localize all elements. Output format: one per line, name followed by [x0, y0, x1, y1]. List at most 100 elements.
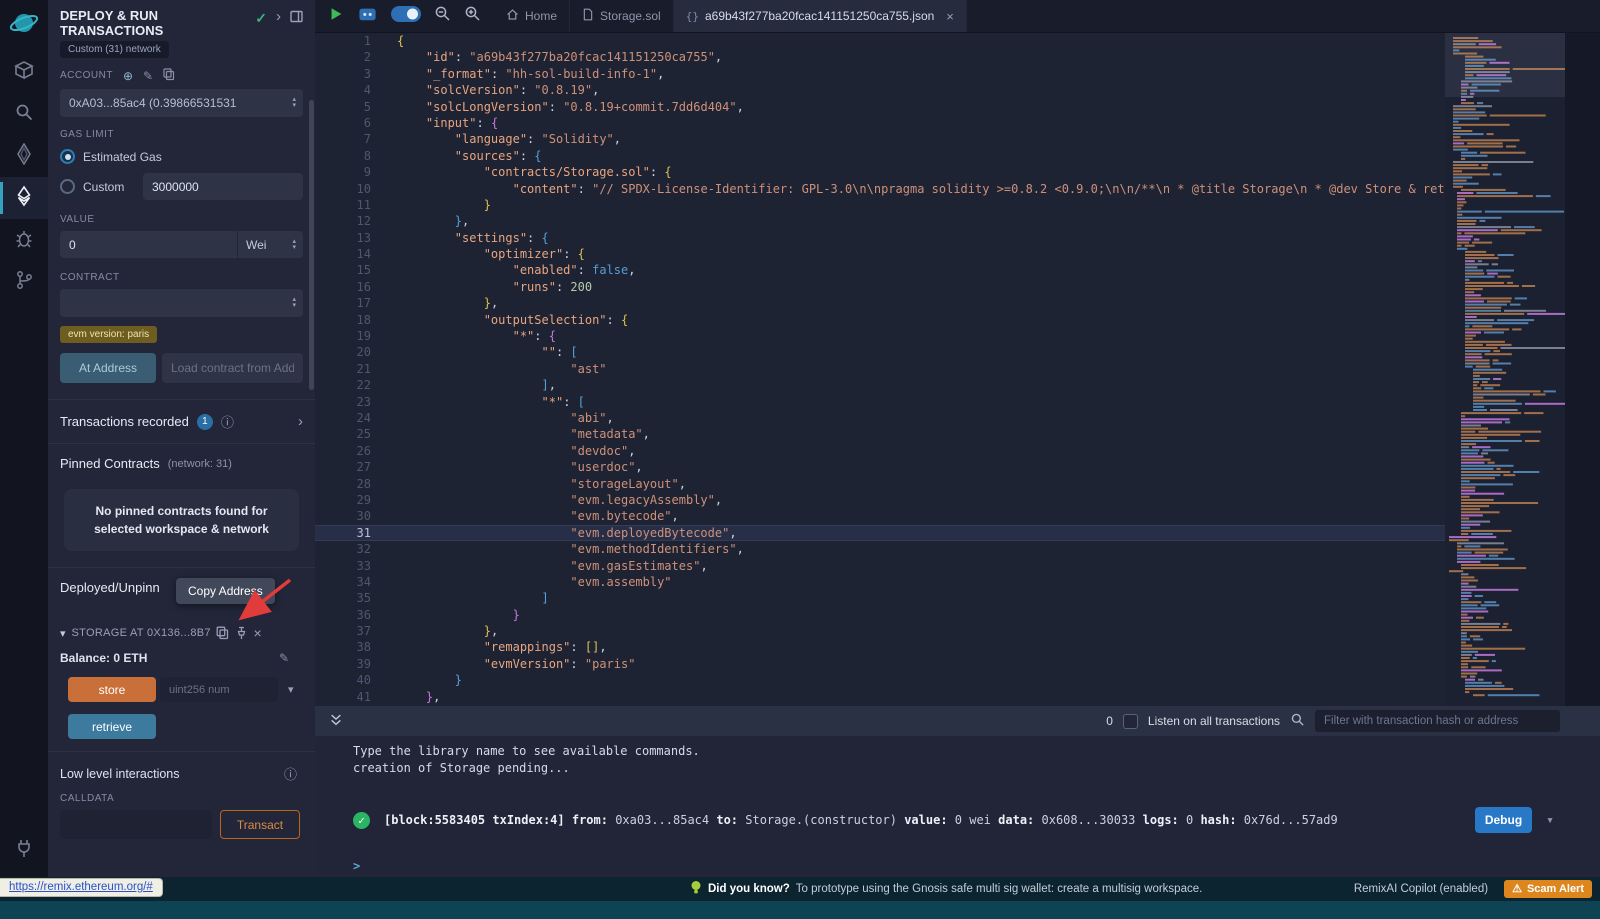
code-line[interactable]: 41 },	[315, 689, 1445, 705]
code-line[interactable]: 24 "abi",	[315, 410, 1445, 426]
line-number[interactable]: 29	[315, 492, 371, 508]
sidebar-item-git[interactable]	[0, 261, 48, 303]
line-number[interactable]: 11	[315, 197, 371, 213]
line-number[interactable]: 22	[315, 377, 371, 393]
ai-copilot-toggle[interactable]	[391, 6, 421, 27]
editor-scroll-gutter[interactable]	[1565, 33, 1600, 706]
code-line[interactable]: 40 }	[315, 672, 1445, 688]
estimated-gas-radio[interactable]	[60, 149, 75, 164]
expand-transactions-icon[interactable]: ›	[298, 413, 303, 430]
zoom-in-icon[interactable]	[464, 5, 481, 27]
at-address-input[interactable]	[162, 353, 303, 383]
code-line[interactable]: 26 "devdoc",	[315, 443, 1445, 459]
pin-contract-icon[interactable]	[235, 626, 248, 640]
line-number[interactable]: 23	[315, 394, 371, 410]
line-number[interactable]: 19	[315, 328, 371, 344]
code-line[interactable]: 10 "content": "// SPDX-License-Identifie…	[315, 181, 1445, 197]
value-input[interactable]	[60, 231, 237, 258]
line-number[interactable]: 26	[315, 443, 371, 459]
line-number[interactable]: 5	[315, 99, 371, 115]
deployed-contract-header[interactable]: ▾ STORAGE AT 0X136...8B78 ×	[60, 625, 303, 641]
code-line[interactable]: 38 "remappings": [],	[315, 639, 1445, 655]
code-line[interactable]: 34 "evm.assembly"	[315, 574, 1445, 590]
tab-build-info-json[interactable]: {} a69b43f277ba20fcac141151250ca755.json…	[674, 0, 967, 32]
line-number[interactable]: 40	[315, 672, 371, 688]
remove-contract-icon[interactable]: ×	[254, 625, 262, 641]
code-line[interactable]: 14 "optimizer": {	[315, 246, 1445, 262]
code-line[interactable]: 20 "": [	[315, 344, 1445, 360]
line-number[interactable]: 13	[315, 230, 371, 246]
unit-stepper[interactable]: ▴ ▾	[289, 239, 299, 251]
sidebar-item-plugin-manager[interactable]	[0, 829, 48, 871]
code-line[interactable]: 37 },	[315, 623, 1445, 639]
sidebar-item-deploy-and-run[interactable]	[0, 177, 48, 219]
copy-address-icon[interactable]	[216, 626, 229, 640]
expand-tx-icon[interactable]: ▾	[1546, 813, 1554, 828]
copy-account-icon[interactable]	[163, 68, 175, 83]
code-line[interactable]: 3 "_format": "hh-sol-build-info-1",	[315, 66, 1445, 82]
code-line[interactable]: 5 "solcLongVersion": "0.8.19+commit.7dd6…	[315, 99, 1445, 115]
code-line[interactable]: 12 },	[315, 213, 1445, 229]
line-number[interactable]: 4	[315, 82, 371, 98]
code-line[interactable]: 18 "outputSelection": {	[315, 312, 1445, 328]
code-line[interactable]: 19 "*": {	[315, 328, 1445, 344]
code-line[interactable]: 15 "enabled": false,	[315, 262, 1445, 278]
line-number[interactable]: 7	[315, 131, 371, 147]
line-number[interactable]: 41	[315, 689, 371, 705]
sidebar-item-solidity-compiler[interactable]	[0, 135, 48, 177]
line-number[interactable]: 33	[315, 558, 371, 574]
panel-scrollbar[interactable]	[309, 100, 314, 390]
line-number[interactable]: 20	[315, 344, 371, 360]
tab-storage-sol[interactable]: Storage.sol	[570, 0, 674, 32]
sidebar-item-file-explorer[interactable]	[0, 51, 48, 93]
code-line[interactable]: 36 }	[315, 607, 1445, 623]
code-editor[interactable]: 1{2 "id": "a69b43f277ba20fcac141151250ca…	[315, 33, 1445, 706]
info-icon[interactable]: ⓘ	[221, 412, 234, 431]
line-number[interactable]: 18	[315, 312, 371, 328]
line-number[interactable]: 36	[315, 607, 371, 623]
code-line[interactable]: 16 "runs": 200	[315, 279, 1445, 295]
line-number[interactable]: 14	[315, 246, 371, 262]
line-number[interactable]: 32	[315, 541, 371, 557]
code-line[interactable]: 32 "evm.methodIdentifiers",	[315, 541, 1445, 557]
pin-panel-icon[interactable]	[290, 10, 303, 26]
line-number[interactable]: 8	[315, 148, 371, 164]
code-line[interactable]: 7 "language": "Solidity",	[315, 131, 1445, 147]
line-number[interactable]: 25	[315, 426, 371, 442]
edit-balance-icon[interactable]: ✎	[279, 652, 289, 664]
expand-terminal-icon[interactable]	[329, 712, 343, 730]
code-line[interactable]: 11 }	[315, 197, 1445, 213]
account-select[interactable]: 0xA03...85ac4 (0.39866531531 ▴ ▾	[60, 89, 303, 117]
line-number[interactable]: 17	[315, 295, 371, 311]
line-number[interactable]: 27	[315, 459, 371, 475]
store-param-input[interactable]	[160, 677, 278, 702]
code-line[interactable]: 9 "contracts/Storage.sol": {	[315, 164, 1445, 180]
line-number[interactable]: 34	[315, 574, 371, 590]
account-stepper[interactable]: ▴ ▾	[289, 97, 299, 109]
at-address-button[interactable]: At Address	[60, 353, 156, 383]
line-number[interactable]: 28	[315, 476, 371, 492]
code-line[interactable]: 29 "evm.legacyAssembly",	[315, 492, 1445, 508]
code-line[interactable]: 22 ],	[315, 377, 1445, 393]
line-number[interactable]: 35	[315, 590, 371, 606]
remix-logo[interactable]	[8, 7, 40, 39]
expand-store-icon[interactable]: ▾	[288, 683, 294, 696]
edit-account-icon[interactable]: ✎	[143, 70, 153, 82]
add-account-icon[interactable]: ⊕	[123, 70, 133, 82]
line-number[interactable]: 1	[315, 33, 371, 49]
line-number[interactable]: 30	[315, 508, 371, 524]
custom-gas-radio[interactable]	[60, 179, 75, 194]
code-line[interactable]: 25 "metadata",	[315, 426, 1445, 442]
tab-home[interactable]: Home	[494, 0, 570, 32]
calldata-input[interactable]	[60, 810, 212, 839]
code-line[interactable]: 33 "evm.gasEstimates",	[315, 558, 1445, 574]
sidebar-item-search[interactable]	[0, 93, 48, 135]
minimap[interactable]	[1445, 33, 1565, 706]
code-line[interactable]: 2 "id": "a69b43f277ba20fcac141151250ca75…	[315, 49, 1445, 65]
code-line[interactable]: 4 "solcVersion": "0.8.19",	[315, 82, 1445, 98]
line-number[interactable]: 10	[315, 181, 371, 197]
code-line[interactable]: 8 "sources": {	[315, 148, 1445, 164]
line-number[interactable]: 39	[315, 656, 371, 672]
line-number[interactable]: 37	[315, 623, 371, 639]
line-number[interactable]: 3	[315, 66, 371, 82]
